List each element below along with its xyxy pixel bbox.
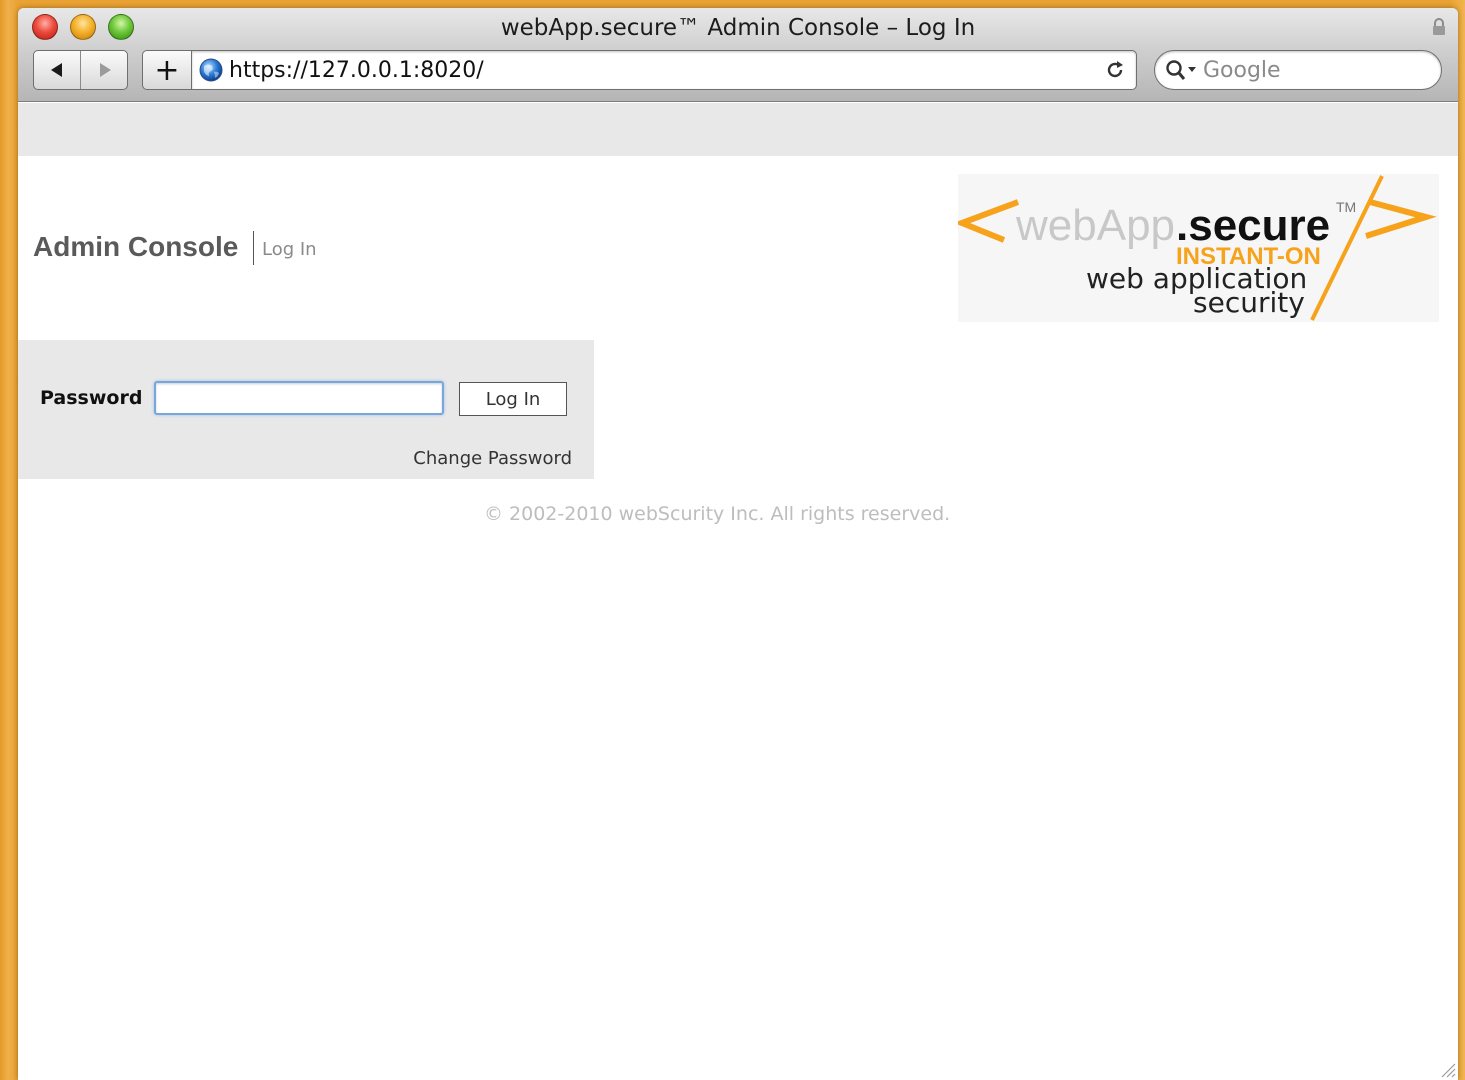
title-divider bbox=[253, 231, 254, 265]
page-title: Admin Console bbox=[33, 231, 239, 262]
password-label: Password bbox=[40, 387, 143, 409]
change-password-link[interactable]: Change Password bbox=[413, 448, 572, 469]
page-subtitle: Log In bbox=[262, 239, 317, 260]
address-bar[interactable]: https://127.0.0.1:8020/ bbox=[191, 50, 1137, 90]
search-icon[interactable] bbox=[1165, 59, 1199, 81]
browser-titlebar: webApp.secure™ Admin Console – Log In + bbox=[18, 8, 1458, 102]
search-field[interactable] bbox=[1154, 50, 1442, 90]
logo-graphic: webApp .secure TM INSTANT-ON web applica… bbox=[953, 175, 1437, 321]
page-top-band bbox=[18, 103, 1458, 156]
url-text[interactable]: https://127.0.0.1:8020/ bbox=[229, 57, 484, 85]
forward-arrow-icon bbox=[99, 63, 111, 77]
lock-icon bbox=[1433, 18, 1445, 35]
reload-icon[interactable] bbox=[1104, 59, 1126, 81]
search-input[interactable] bbox=[1203, 56, 1423, 84]
back-arrow-icon bbox=[51, 63, 62, 77]
logo-brand-light: webApp bbox=[1015, 201, 1175, 250]
logo-trademark: TM bbox=[1336, 199, 1356, 215]
page-content: Admin Console Log In webApp .secure TM I… bbox=[18, 103, 1458, 1080]
browser-window: webApp.secure™ Admin Console – Log In + bbox=[18, 8, 1458, 1080]
resize-grip-icon[interactable] bbox=[1438, 1060, 1456, 1078]
back-button[interactable] bbox=[34, 51, 81, 89]
password-field[interactable] bbox=[154, 381, 444, 415]
webapp-secure-logo: webApp .secure TM INSTANT-ON web applica… bbox=[953, 174, 1439, 322]
copyright-notice: © 2002-2010 webScurity Inc. All rights r… bbox=[484, 503, 951, 525]
forward-button[interactable] bbox=[81, 51, 128, 89]
navigation-buttons bbox=[33, 50, 128, 90]
login-form: Password Log In Change Password bbox=[18, 340, 594, 479]
globe-icon bbox=[199, 58, 223, 82]
logo-tagline-line2: security bbox=[1193, 286, 1305, 319]
log-in-button[interactable]: Log In bbox=[459, 382, 567, 416]
window-title: webApp.secure™ Admin Console – Log In bbox=[500, 15, 976, 41]
add-bookmark-button[interactable]: + bbox=[142, 50, 192, 90]
